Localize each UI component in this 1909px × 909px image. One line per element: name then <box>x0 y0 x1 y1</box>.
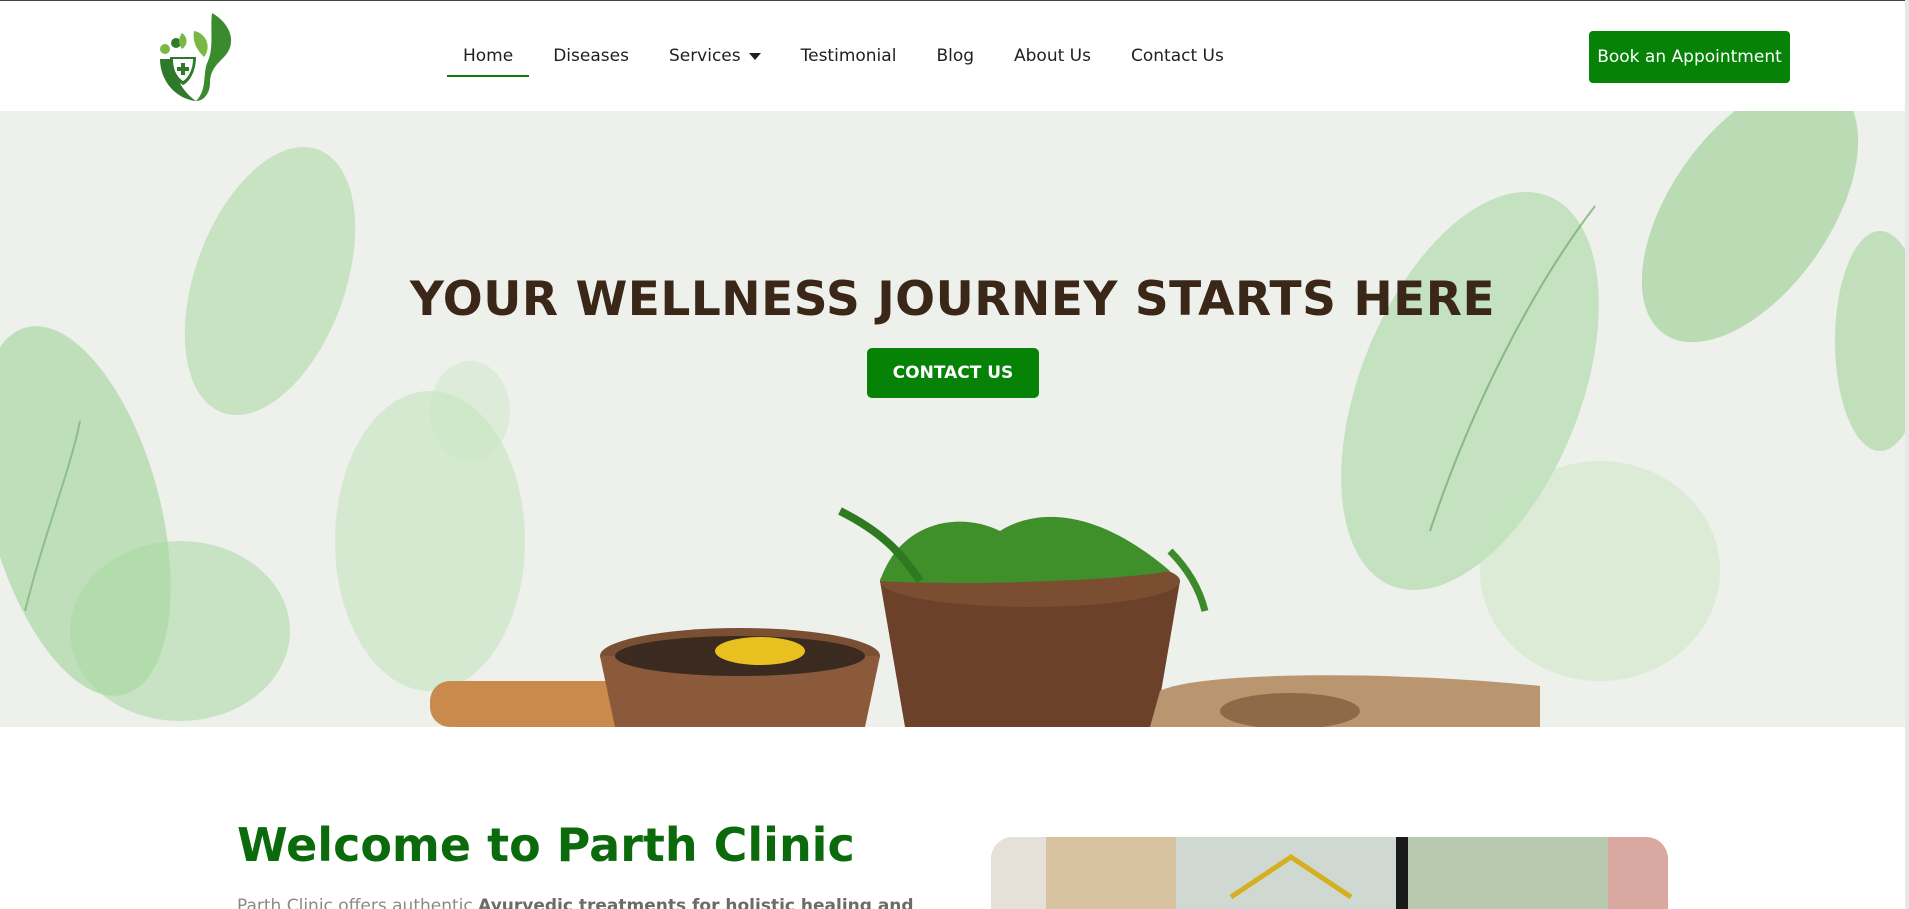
nav-contact-us-label: Contact Us <box>1130 46 1224 66</box>
welcome-text: Parth Clinic offers authentic Ayurvedic … <box>237 896 914 909</box>
book-appointment-label: Book an Appointment <box>1597 47 1782 67</box>
nav-services[interactable]: Services <box>669 37 761 75</box>
nav-home[interactable]: Home <box>447 37 530 77</box>
nav-services-label: Services <box>668 46 741 66</box>
nav-testimonial-label: Testimonial <box>800 46 897 66</box>
clinic-photo <box>991 837 1668 909</box>
welcome-text-bold: Ayurvedic treatments for holistic healin… <box>478 896 914 909</box>
site-header: Home Diseases Services Testimonial Blog … <box>0 0 1909 111</box>
nav-home-label: Home <box>463 46 514 66</box>
main-nav: Home Diseases Services Testimonial Blog … <box>447 37 1264 77</box>
hero-banner: YOUR WELLNESS JOURNEY STARTS HERE CONTAC… <box>0 111 1905 727</box>
nav-testimonial[interactable]: Testimonial <box>801 37 897 75</box>
page: Home Diseases Services Testimonial Blog … <box>0 0 1909 909</box>
nav-about-us[interactable]: About Us <box>1014 37 1091 75</box>
nav-blog-label: Blog <box>936 46 975 66</box>
nav-blog[interactable]: Blog <box>936 37 974 75</box>
welcome-title: Welcome to Parth Clinic <box>237 818 855 872</box>
welcome-text-plain: Parth Clinic offers authentic <box>237 896 479 909</box>
book-appointment-button[interactable]: Book an Appointment <box>1589 31 1790 83</box>
scrollbar[interactable] <box>1905 0 1909 909</box>
hero-title: YOUR WELLNESS JOURNEY STARTS HERE <box>409 272 1496 327</box>
nav-diseases[interactable]: Diseases <box>553 37 629 75</box>
clinic-logo[interactable] <box>152 11 238 103</box>
nav-about-us-label: About Us <box>1014 46 1091 66</box>
hero-background-illustration <box>0 111 1905 727</box>
caret-down-icon <box>748 52 761 60</box>
nav-contact-us[interactable]: Contact Us <box>1131 37 1224 75</box>
contact-us-label: CONTACT US <box>892 363 1014 383</box>
contact-us-button[interactable]: CONTACT US <box>867 348 1039 398</box>
nav-diseases-label: Diseases <box>553 46 629 66</box>
